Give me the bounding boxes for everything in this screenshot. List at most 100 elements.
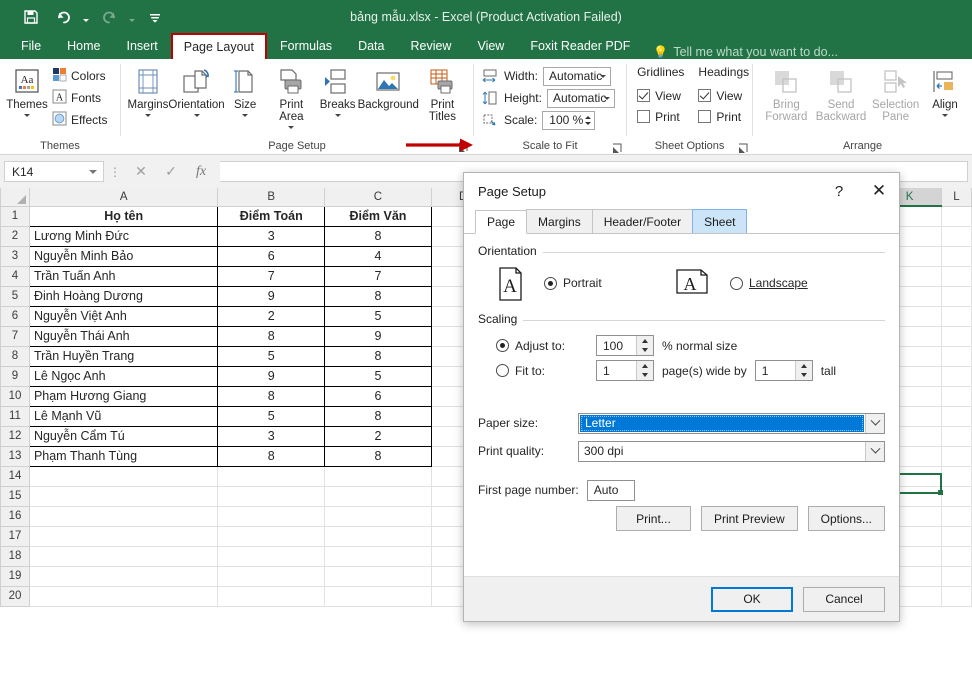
paper-size-combo[interactable]: Letter: [578, 413, 885, 434]
row-header-10[interactable]: 10: [1, 386, 30, 406]
cell-A12[interactable]: Nguyễn Cẩm Tú: [29, 426, 217, 446]
cell-C14[interactable]: [325, 466, 432, 486]
column-header-B[interactable]: B: [218, 188, 325, 206]
cell-B8[interactable]: 5: [218, 346, 325, 366]
row-header-8[interactable]: 8: [1, 346, 30, 366]
fit-to-radio[interactable]: Fit to:: [496, 364, 588, 378]
margins-button[interactable]: Margins: [126, 63, 170, 119]
column-header-L[interactable]: L: [942, 188, 972, 206]
undo-icon[interactable]: [48, 4, 78, 30]
fit-to-wide-input[interactable]: 1: [596, 360, 654, 381]
print-area-button[interactable]: Print Area: [267, 63, 316, 131]
cell-C13[interactable]: 8: [325, 446, 432, 466]
cell-C9[interactable]: 5: [325, 366, 432, 386]
cell-L7[interactable]: [942, 326, 972, 346]
cell-C4[interactable]: 7: [325, 266, 432, 286]
cell-C1[interactable]: Điểm Văn: [325, 206, 432, 226]
cell-A10[interactable]: Phạm Hương Giang: [29, 386, 217, 406]
cell-L13[interactable]: [942, 446, 972, 466]
cell-B5[interactable]: 9: [218, 286, 325, 306]
cell-L15[interactable]: [942, 486, 972, 506]
cell-B10[interactable]: 8: [218, 386, 325, 406]
cell-A7[interactable]: Nguyễn Thái Anh: [29, 326, 217, 346]
cell-A18[interactable]: [29, 546, 217, 566]
cell-L6[interactable]: [942, 306, 972, 326]
ok-button[interactable]: OK: [711, 587, 793, 612]
breaks-button[interactable]: Breaks: [316, 63, 360, 119]
print-titles-button[interactable]: Print Titles: [417, 63, 468, 125]
dialog-tab-header-footer[interactable]: Header/Footer: [592, 209, 693, 233]
cancel-icon[interactable]: ✕: [126, 161, 156, 183]
headings-view-checkbox[interactable]: View: [698, 85, 749, 106]
cell-A15[interactable]: [29, 486, 217, 506]
tab-data[interactable]: Data: [345, 33, 397, 59]
tab-home[interactable]: Home: [54, 33, 113, 59]
breaks-dropdown-icon[interactable]: [335, 114, 341, 117]
cell-C11[interactable]: 8: [325, 406, 432, 426]
row-header-11[interactable]: 11: [1, 406, 30, 426]
tab-foxit-reader-pdf[interactable]: Foxit Reader PDF: [517, 33, 643, 59]
dialog-tab-sheet[interactable]: Sheet: [692, 209, 747, 233]
row-header-9[interactable]: 9: [1, 366, 30, 386]
cell-A6[interactable]: Nguyễn Việt Anh: [29, 306, 217, 326]
cell-C19[interactable]: [325, 566, 432, 586]
tab-page-layout[interactable]: Page Layout: [171, 33, 267, 59]
adjust-to-input[interactable]: 100: [596, 335, 654, 356]
cell-C2[interactable]: 8: [325, 226, 432, 246]
close-icon[interactable]: ✕: [859, 174, 899, 208]
cell-L4[interactable]: [942, 266, 972, 286]
cell-L8[interactable]: [942, 346, 972, 366]
effects-button[interactable]: Effects: [49, 109, 115, 131]
cell-A17[interactable]: [29, 526, 217, 546]
cell-B20[interactable]: [218, 586, 325, 606]
cell-C7[interactable]: 9: [325, 326, 432, 346]
cell-B12[interactable]: 3: [218, 426, 325, 446]
themes-button[interactable]: Aa Themes: [5, 63, 49, 119]
fit-to-tall-input[interactable]: 1: [755, 360, 813, 381]
spinner-arrows-icon[interactable]: [795, 361, 812, 380]
row-header-3[interactable]: 3: [1, 246, 30, 266]
cell-A3[interactable]: Nguyễn Minh Bảo: [29, 246, 217, 266]
spinner-arrows-icon[interactable]: [582, 112, 593, 129]
cell-C12[interactable]: 2: [325, 426, 432, 446]
orientation-dropdown-icon[interactable]: [194, 114, 200, 117]
width-combo[interactable]: Automatic: [543, 67, 611, 86]
chevron-down-icon[interactable]: [865, 442, 884, 461]
cell-L18[interactable]: [942, 546, 972, 566]
cell-A16[interactable]: [29, 506, 217, 526]
formula-bar-grip[interactable]: ⋮: [108, 168, 122, 176]
cell-L5[interactable]: [942, 286, 972, 306]
cell-A1[interactable]: Họ tên: [29, 206, 217, 226]
cell-B6[interactable]: 2: [218, 306, 325, 326]
column-header-A[interactable]: A: [29, 188, 217, 206]
page-setup-dialog-launcher[interactable]: [458, 142, 469, 153]
cell-C15[interactable]: [325, 486, 432, 506]
cell-B3[interactable]: 6: [218, 246, 325, 266]
spinner-arrows-icon[interactable]: [636, 336, 653, 355]
print-quality-combo[interactable]: 300 dpi: [578, 441, 885, 462]
row-header-1[interactable]: 1: [1, 206, 30, 226]
cell-B19[interactable]: [218, 566, 325, 586]
cell-C16[interactable]: [325, 506, 432, 526]
cell-B14[interactable]: [218, 466, 325, 486]
row-header-7[interactable]: 7: [1, 326, 30, 346]
cell-C17[interactable]: [325, 526, 432, 546]
cell-L12[interactable]: [942, 426, 972, 446]
cell-L16[interactable]: [942, 506, 972, 526]
size-dropdown-icon[interactable]: [242, 114, 248, 117]
headings-print-checkbox[interactable]: Print: [698, 106, 749, 127]
cell-C8[interactable]: 8: [325, 346, 432, 366]
print-area-dropdown-icon[interactable]: [288, 126, 294, 129]
cell-B7[interactable]: 8: [218, 326, 325, 346]
undo-dropdown-icon[interactable]: [80, 4, 92, 30]
row-header-16[interactable]: 16: [1, 506, 30, 526]
cell-C5[interactable]: 8: [325, 286, 432, 306]
dialog-tab-page[interactable]: Page: [475, 210, 527, 234]
sheet-options-dialog-launcher[interactable]: [738, 143, 749, 154]
chevron-down-icon[interactable]: [865, 414, 884, 433]
cancel-button[interactable]: Cancel: [803, 587, 885, 612]
gridlines-view-checkbox[interactable]: View: [637, 85, 684, 106]
themes-dropdown-icon[interactable]: [24, 114, 30, 117]
row-header-12[interactable]: 12: [1, 426, 30, 446]
cell-A20[interactable]: [29, 586, 217, 606]
